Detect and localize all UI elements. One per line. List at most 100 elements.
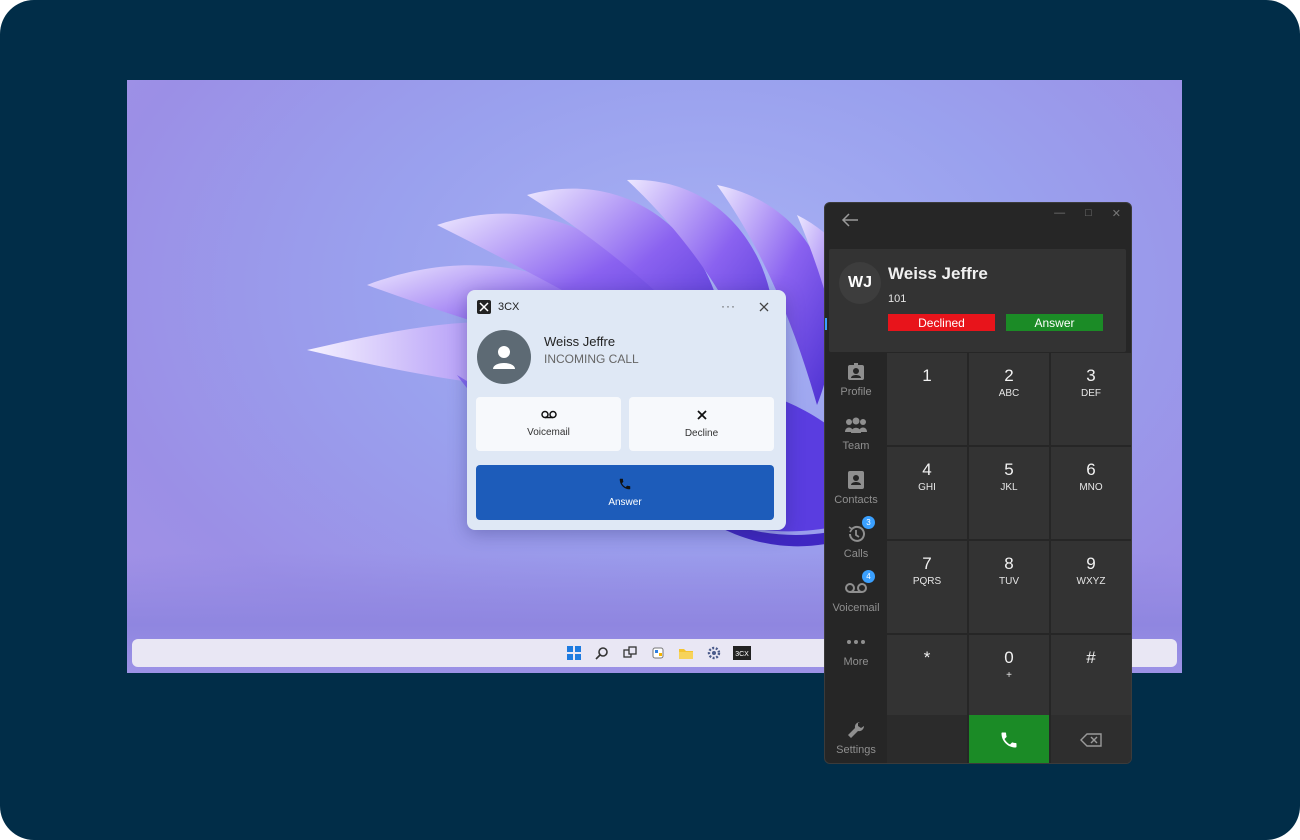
backspace-icon [1080,733,1102,747]
key-digit: 2 [1004,366,1014,385]
answer-call-button[interactable]: Answer [1006,314,1103,331]
nav-item-calls[interactable]: 3 Calls [825,516,887,560]
key-2[interactable]: 2 ABC [969,353,1049,445]
incoming-call-toast: 3CX ··· Weiss Jeffre INCOMING CALL Voice… [467,290,786,530]
nav-label-voicemail: Voicemail [832,602,880,614]
phone-icon [1001,732,1017,748]
profile-icon [844,361,868,383]
keypad-spacer [887,715,967,763]
active-call-card: WJ Weiss Jeffre 101 Declined Answer [829,249,1126,352]
settings-gear-icon[interactable] [705,644,723,662]
key-8[interactable]: 8 TUV [969,541,1049,633]
key-6[interactable]: 6 MNO [1051,447,1131,539]
3cx-app-window: — □ ✕ WJ Weiss Jeffre 101 Declined Answe… [824,202,1132,764]
3cx-logo-icon [477,300,491,314]
side-nav: Profile Team Contacts 3 Calls 4 Voicemai… [825,355,887,763]
voicemail-badge: 4 [862,570,875,583]
key-digit: 1 [922,366,932,385]
close-icon[interactable] [757,300,771,314]
nav-label-contacts: Contacts [834,494,878,506]
key-9[interactable]: 9 WXYZ [1051,541,1131,633]
minimize-icon[interactable]: — [1054,207,1065,220]
key-letters: MNO [1079,482,1103,493]
key-digit: 0 [1004,648,1014,667]
key-digit: * [923,648,931,667]
3cx-app-icon[interactable]: 3CX [733,644,751,662]
person-icon [493,346,515,369]
key-letters: WXYZ [1076,576,1106,587]
voicemail-nav-icon: 4 [844,570,875,599]
declined-button[interactable]: Declined [888,314,995,331]
caller-extension: 101 [888,293,907,305]
key-digit: 8 [1004,554,1014,573]
nav-label-calls: Calls [843,548,869,560]
key-letters: GHI [918,482,936,493]
search-icon[interactable] [593,644,611,662]
key-digit: # [1086,648,1096,667]
wrench-icon [844,719,868,741]
calls-icon: 3 [844,516,875,545]
key-hash[interactable]: # [1051,635,1131,727]
key-1[interactable]: 1 [887,353,967,445]
key-star[interactable]: * [887,635,967,727]
file-explorer-icon[interactable] [677,644,695,662]
decline-button[interactable]: Decline [629,397,774,451]
back-arrow-icon[interactable] [841,213,861,229]
key-digit: 9 [1086,554,1096,573]
key-digit: 3 [1086,366,1096,385]
key-digit: 4 [922,460,932,479]
key-letters: DEF [1081,388,1101,399]
decline-label: Decline [684,427,719,439]
voicemail-button[interactable]: Voicemail [476,397,621,451]
toast-caller-name: Weiss Jeffre [544,334,616,349]
nav-item-more[interactable]: More [825,631,887,668]
key-3[interactable]: 3 DEF [1051,353,1131,445]
key-4[interactable]: 4 GHI [887,447,967,539]
dial-call-button[interactable] [969,715,1049,763]
answer-button[interactable]: Answer [476,465,774,520]
selection-indicator [825,318,827,330]
nav-label-team: Team [842,440,870,452]
toast-call-status: INCOMING CALL [544,352,639,366]
key-letters: PQRS [912,576,942,587]
key-letters: + [1006,670,1012,681]
more-options-button[interactable]: ··· [721,299,736,313]
task-view-icon[interactable] [621,644,639,662]
close-window-icon[interactable]: ✕ [1112,207,1121,220]
phone-icon [619,478,631,490]
key-digit: 6 [1086,460,1096,479]
toast-app-name: 3CX [498,301,520,313]
close-x-icon [696,409,707,420]
widgets-icon[interactable] [649,644,667,662]
background-frame: 3CX 3CX ··· Weiss Jeffre INCOMING CALL V… [0,0,1300,840]
key-0[interactable]: 0 + [969,635,1049,727]
key-5[interactable]: 5 JKL [969,447,1049,539]
key-digit: 5 [1004,460,1014,479]
answer-label: Answer [608,497,642,508]
windows-start-icon[interactable] [565,644,583,662]
nav-item-profile[interactable]: Profile [825,361,887,398]
backspace-button[interactable] [1051,715,1131,763]
key-letters: JKL [1000,482,1018,493]
key-digit: 7 [922,554,932,573]
caller-initials-avatar: WJ [839,262,881,304]
nav-item-team[interactable]: Team [825,415,887,452]
nav-label-more: More [843,656,869,668]
caller-name: Weiss Jeffre [888,264,988,283]
team-icon [844,415,868,437]
maximize-icon[interactable]: □ [1085,207,1092,220]
nav-item-contacts[interactable]: Contacts [825,469,887,506]
more-icon [844,631,868,653]
nav-item-voicemail[interactable]: 4 Voicemail [825,570,887,614]
key-letters: TUV [999,576,1019,587]
voicemail-icon [540,410,557,419]
contacts-icon [844,469,868,491]
voicemail-label: Voicemail [527,427,570,438]
nav-label-profile: Profile [840,386,872,398]
caller-avatar [477,330,531,384]
calls-badge: 3 [862,516,875,529]
svg-text:3CX: 3CX [735,651,749,658]
key-7[interactable]: 7 PQRS [887,541,967,633]
nav-item-settings[interactable]: Settings [825,719,887,756]
nav-label-settings: Settings [836,744,876,756]
